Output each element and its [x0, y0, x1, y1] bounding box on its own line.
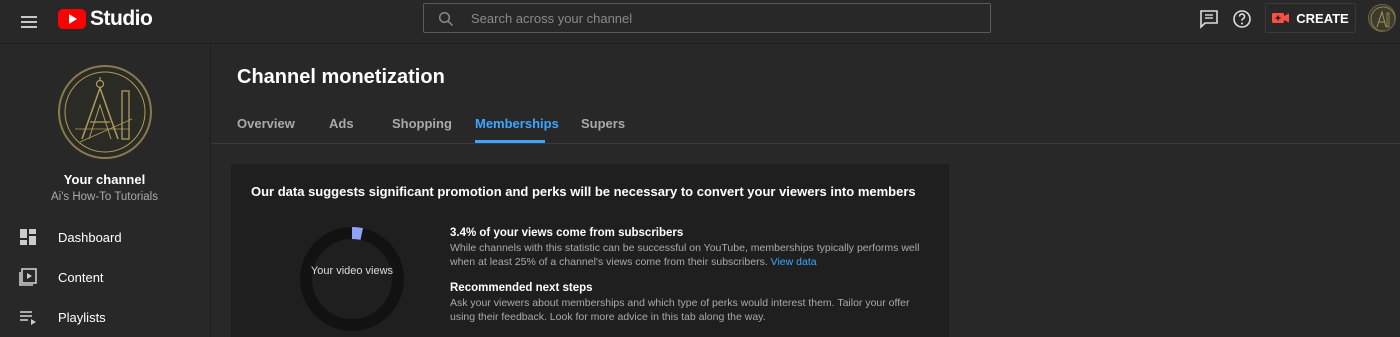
search-icon — [438, 11, 454, 27]
sidebar: Your channel Ai's How-To Tutorials Dashb… — [0, 45, 211, 337]
stat-description-text: While channels with this statistic can b… — [450, 242, 920, 268]
donut-track — [300, 227, 404, 331]
menu-icon[interactable] — [18, 10, 42, 34]
sidebar-item-content[interactable]: Content — [0, 259, 209, 295]
channel-logo-icon — [64, 71, 146, 153]
page-title: Channel monetization — [237, 66, 445, 88]
card-title: Our data suggests significant promotion … — [251, 184, 916, 199]
next-steps-title: Recommended next steps — [450, 282, 593, 294]
channel-logo-icon — [1370, 6, 1395, 31]
create-label: CREATE — [1296, 10, 1349, 26]
feedback-icon[interactable] — [1198, 8, 1220, 30]
sidebar-item-label: Content — [58, 270, 104, 285]
tab-bar: Overview Ads Shopping Memberships Supers — [211, 104, 1400, 144]
your-channel-label: Your channel — [63, 172, 146, 187]
sidebar-item-label: Playlists — [58, 310, 106, 325]
tab-supers[interactable]: Supers — [581, 116, 625, 144]
memberships-insight-card: Our data suggests significant promotion … — [231, 164, 949, 337]
studio-logo[interactable]: Studio — [58, 7, 153, 31]
search-input[interactable]: Search across your channel — [423, 3, 991, 33]
create-button[interactable]: CREATE — [1265, 3, 1356, 33]
sidebar-item-playlists[interactable]: Playlists — [0, 299, 209, 335]
search-placeholder: Search across your channel — [471, 11, 633, 26]
tab-overview[interactable]: Overview — [237, 116, 295, 144]
channel-avatar[interactable] — [58, 65, 152, 159]
help-icon[interactable] — [1231, 8, 1253, 30]
active-tab-indicator — [475, 140, 545, 143]
tab-ads[interactable]: Ads — [329, 116, 354, 144]
sidebar-item-label: Dashboard — [58, 230, 122, 245]
content-icon — [19, 268, 37, 286]
account-avatar[interactable] — [1368, 4, 1396, 32]
app-name: Studio — [90, 7, 153, 30]
sidebar-item-dashboard[interactable]: Dashboard — [0, 219, 209, 255]
channel-name: Ai's How-To Tutorials — [50, 191, 158, 203]
donut-label: Your video views — [310, 265, 394, 277]
stat-title: 3.4% of your views come from subscribers — [450, 227, 684, 239]
view-data-link[interactable]: View data — [771, 256, 817, 268]
playlists-icon — [20, 311, 36, 325]
camera-icon — [1272, 13, 1290, 23]
tab-shopping[interactable]: Shopping — [392, 116, 452, 144]
dashboard-icon — [20, 229, 36, 245]
stat-description: While channels with this statistic can b… — [450, 242, 930, 269]
youtube-logo-icon — [58, 9, 86, 29]
next-steps-description: Ask your viewers about memberships and w… — [450, 297, 910, 323]
views-donut-chart — [300, 227, 404, 331]
top-bar: Studio Search across your channel CREATE — [0, 0, 1400, 44]
